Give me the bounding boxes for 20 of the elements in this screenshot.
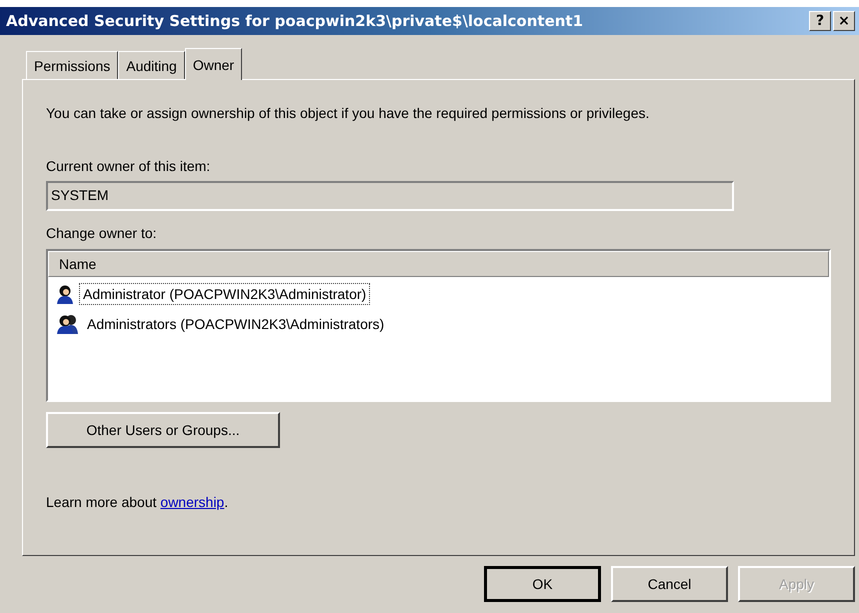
ownership-link[interactable]: ownership	[160, 494, 224, 510]
current-owner-label: Current owner of this item:	[46, 158, 212, 174]
column-header[interactable]: Name	[48, 251, 829, 277]
dialog-button[interactable]: Cancel	[611, 566, 728, 602]
user-group-icon	[56, 314, 80, 334]
dialog-button[interactable]: OK	[484, 566, 601, 602]
intro-text: You can take or assign ownership of this object if you have the required permissions or privileges.	[46, 105, 650, 121]
help-button[interactable]: ?	[809, 11, 831, 31]
window-title: Advanced Security Settings for poacpwin2k3\private$\localcontent1	[6, 12, 584, 30]
tab[interactable]: Owner	[184, 48, 242, 80]
current-owner-field[interactable]: SYSTEM	[46, 181, 734, 211]
learn-more-text: Learn more about ownership.	[46, 494, 230, 510]
close-button[interactable]: ×	[833, 11, 855, 31]
other-users-button[interactable]: Other Users or Groups...	[46, 412, 280, 448]
tab[interactable]: Permissions	[26, 51, 118, 79]
user-icon	[56, 284, 76, 304]
tab[interactable]: Auditing	[118, 51, 185, 79]
list-item[interactable]: Administrator (POACPWIN2K3\Administrator)	[79, 283, 370, 305]
change-owner-label: Change owner to:	[46, 225, 158, 241]
list-item[interactable]: Administrators (POACPWIN2K3\Administrators)	[83, 313, 388, 335]
